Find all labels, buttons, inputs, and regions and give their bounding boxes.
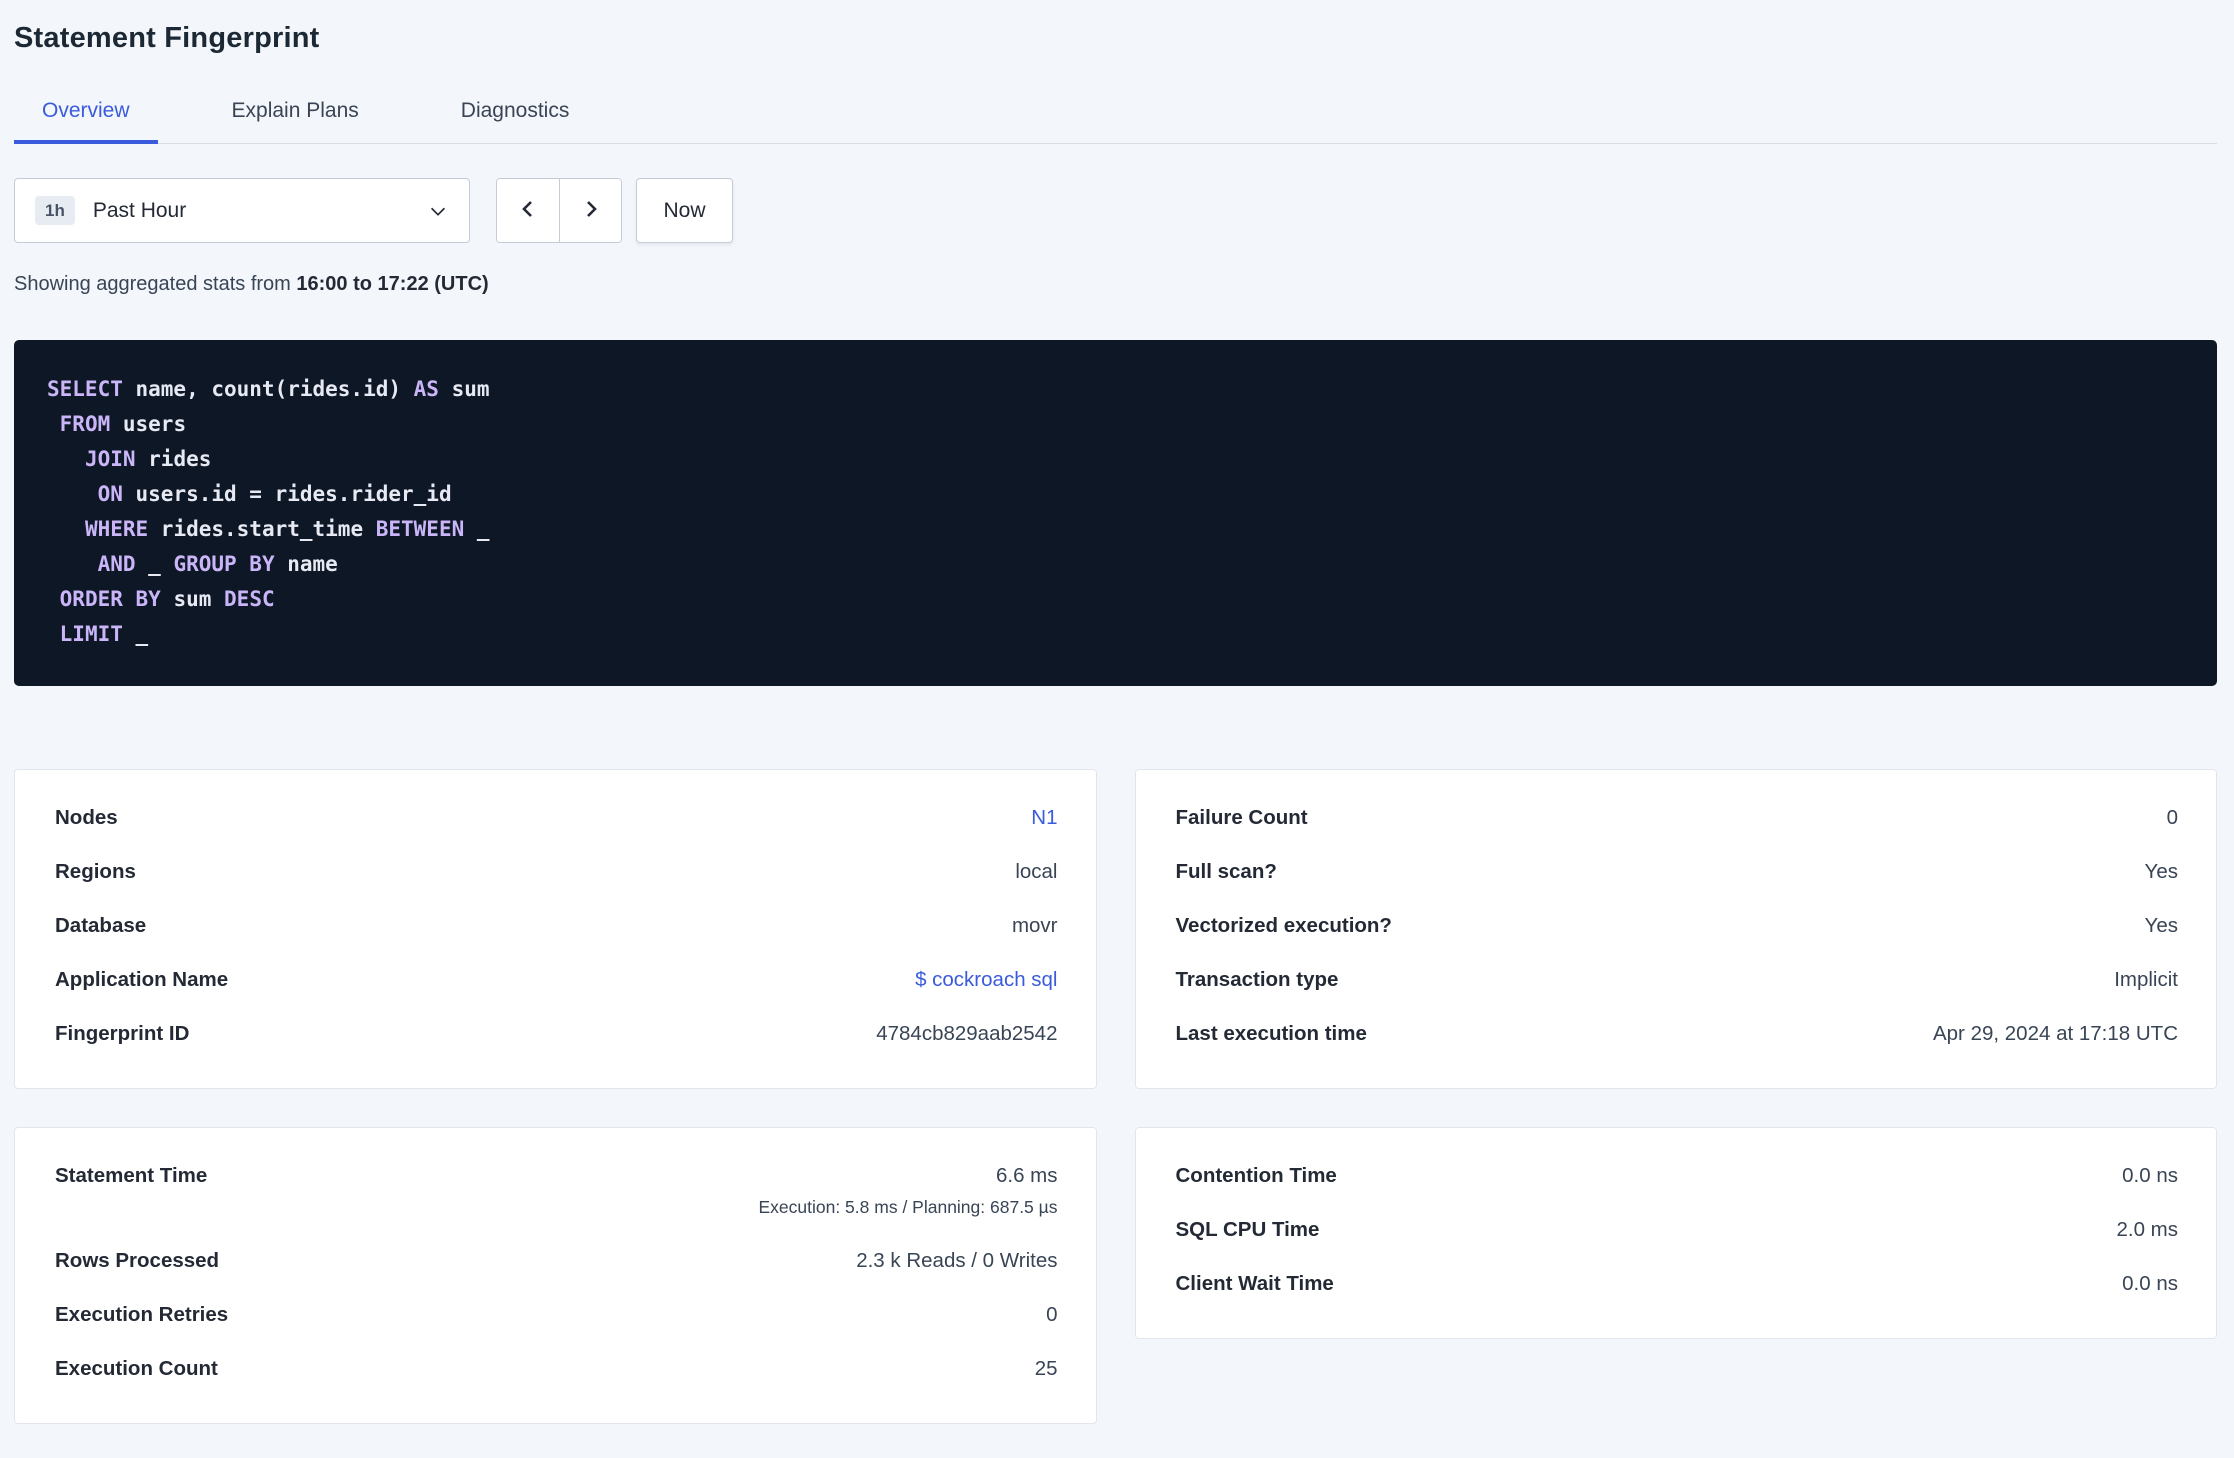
card-row: Statement Time 6.6 ms Execution: 5.8 ms / … (55, 1162, 1058, 1221)
summary-range: 16:00 to 17:22 (UTC) (296, 273, 489, 295)
next-interval-button[interactable] (559, 179, 621, 242)
card-row: Regions local (55, 858, 1058, 886)
contention-time-label: Contention Time (1175, 1164, 1337, 1187)
transaction-type-label: Transaction type (1175, 968, 1339, 991)
execution-retries-value: 0 (1046, 1303, 1058, 1326)
statement-time-value: 6.6 ms (995, 1164, 1058, 1187)
card-row: Nodes N1 (55, 804, 1058, 832)
card-row: Contention Time 0.0 ns (1176, 1162, 2179, 1190)
execution-count-label: Execution Count (55, 1357, 218, 1380)
execution-count-value: 25 (1034, 1357, 1058, 1380)
sql-line: LIMIT _ (59, 622, 149, 646)
sql-line: FROM users (59, 412, 187, 436)
statement-time-label: Statement Time (55, 1164, 208, 1187)
sql-cpu-time-label: SQL CPU Time (1175, 1218, 1320, 1241)
card-row: Client Wait Time 0.0 ns (1176, 1270, 2179, 1298)
failure-count-label: Failure Count (1175, 806, 1308, 829)
sql-line: WHERE rides.start_time BETWEEN _ (84, 517, 490, 541)
database-value: movr (1011, 914, 1058, 937)
failure-count-value: 0 (2166, 806, 2178, 829)
aggregated-stats-summary: Showing aggregated stats from 16:00 to 1… (14, 273, 2217, 296)
tab-overview[interactable]: Overview (14, 87, 158, 144)
fingerprint-id-value: 4784cb829aab2542 (876, 1022, 1058, 1045)
client-wait-time-label: Client Wait Time (1175, 1272, 1334, 1295)
prev-interval-button[interactable] (497, 179, 559, 242)
time-interval-select[interactable]: 1h Past Hour (14, 178, 470, 243)
card-row: Database movr (55, 912, 1058, 940)
application-name-label: Application Name (55, 968, 229, 991)
details-card-left: Nodes N1 Regions local Database movr Applicati… (14, 769, 1097, 1089)
transaction-type-value: Implicit (2114, 968, 2178, 991)
nodes-link[interactable]: N1 (1031, 804, 1057, 832)
card-row: Application Name $ cockroach sql (55, 966, 1058, 994)
stats-cards-grid: Nodes N1 Regions local Database movr Applicati… (14, 769, 2217, 1424)
statement-time-value-group: 6.6 ms Execution: 5.8 ms / Planning: 687.… (758, 1162, 1057, 1221)
sql-cpu-time-value: 2.0 ms (2116, 1218, 2178, 1241)
nodes-label: Nodes (55, 806, 118, 829)
sql-line: SELECT name, count(rides.id) AS sum (47, 377, 490, 401)
contention-time-value: 0.0 ns (2122, 1164, 2178, 1187)
interval-nav-group (496, 178, 622, 243)
chevron-left-icon (516, 197, 540, 224)
chevron-down-icon (427, 200, 449, 222)
timing-card-right: Contention Time 0.0 ns SQL CPU Time 2.0 ms C… (1134, 1127, 2217, 1339)
full-scan-label: Full scan? (1175, 860, 1277, 883)
tab-explain-plans[interactable]: Explain Plans (204, 87, 387, 143)
application-name-link[interactable]: $ cockroach sql (915, 966, 1057, 994)
card-row: Failure Count 0 (1176, 804, 2179, 832)
card-row: Fingerprint ID 4784cb829aab2542 (55, 1020, 1058, 1048)
sql-line: ORDER BY sum DESC (59, 587, 275, 611)
database-label: Database (55, 914, 147, 937)
statement-fingerprint-page: Statement Fingerprint Overview Explain Pl… (0, 0, 2234, 1458)
card-row: Vectorized execution? Yes (1176, 912, 2179, 940)
last-execution-time-label: Last execution time (1175, 1022, 1367, 1045)
vectorized-execution-label: Vectorized execution? (1175, 914, 1392, 937)
sql-line: AND _ GROUP BY name (97, 552, 338, 576)
timing-card-left: Statement Time 6.6 ms Execution: 5.8 ms / … (14, 1127, 1097, 1424)
page-title: Statement Fingerprint (14, 22, 320, 54)
interval-badge: 1h (35, 196, 75, 225)
card-row: Execution Count 25 (55, 1355, 1058, 1383)
rows-processed-value: 2.3 k Reads / 0 Writes (856, 1249, 1058, 1272)
sql-line: JOIN rides (84, 447, 212, 471)
execution-retries-label: Execution Retries (55, 1303, 229, 1326)
vectorized-execution-value: Yes (2144, 914, 2178, 937)
summary-prefix: Showing aggregated stats from (14, 273, 291, 295)
full-scan-value: Yes (2144, 860, 2178, 883)
card-row: Transaction type Implicit (1176, 966, 2179, 994)
statement-time-subtext: Execution: 5.8 ms / Planning: 687.5 µs (758, 1197, 1058, 1217)
rows-processed-label: Rows Processed (55, 1249, 220, 1272)
fingerprint-id-label: Fingerprint ID (55, 1022, 190, 1045)
last-execution-time-value: Apr 29, 2024 at 17:18 UTC (1932, 1022, 2178, 1045)
sql-statement: SELECT name, count(rides.id) AS sum FROM… (14, 340, 2217, 686)
regions-value: local (1015, 860, 1058, 883)
sql-line: ON users.id = rides.rider_id (97, 482, 452, 506)
tab-diagnostics[interactable]: Diagnostics (433, 87, 598, 143)
card-row: Rows Processed 2.3 k Reads / 0 Writes (55, 1247, 1058, 1275)
regions-label: Regions (55, 860, 136, 883)
now-button[interactable]: Now (636, 178, 733, 243)
card-row: Execution Retries 0 (55, 1301, 1058, 1329)
card-row: Full scan? Yes (1176, 858, 2179, 886)
chevron-right-icon (579, 197, 603, 224)
tab-bar: Overview Explain Plans Diagnostics (14, 87, 2217, 144)
client-wait-time-value: 0.0 ns (2122, 1272, 2178, 1295)
details-card-right: Failure Count 0 Full scan? Yes Vectorized ex… (1134, 769, 2217, 1089)
time-toolbar: 1h Past Hour Now (14, 178, 2217, 243)
card-row: Last execution time Apr 29, 2024 at 17:18… (1176, 1020, 2179, 1048)
card-row: SQL CPU Time 2.0 ms (1176, 1216, 2179, 1244)
interval-label: Past Hour (92, 198, 187, 222)
